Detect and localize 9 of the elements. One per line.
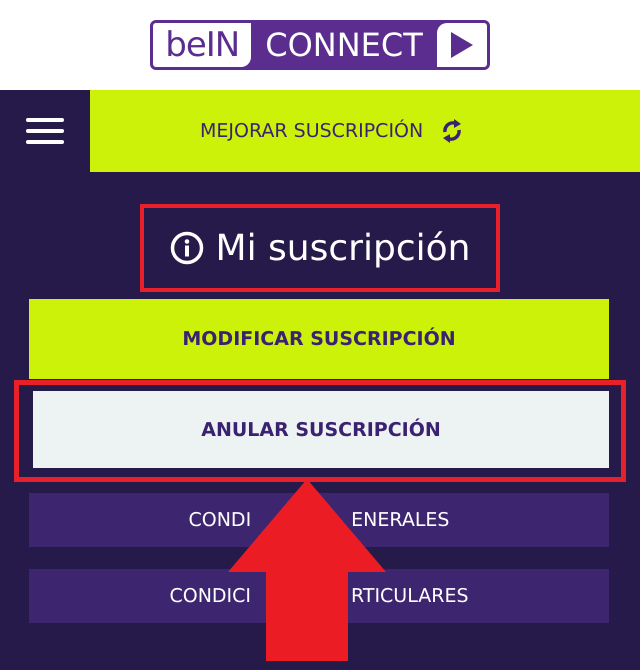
upgrade-subscription-button[interactable]: MEJORAR SUSCRIPCIÓN (90, 90, 640, 172)
logo-product: CONNECT (264, 25, 424, 66)
menu-icon (26, 117, 64, 145)
page-title: Mi suscripción (216, 228, 470, 268)
modify-subscription-button[interactable]: MODIFICAR SUSCRIPCIÓN (29, 299, 609, 379)
play-icon (448, 30, 475, 60)
info-icon (170, 231, 204, 265)
refresh-icon (441, 118, 464, 144)
logo-brand: beIN (153, 23, 252, 67)
